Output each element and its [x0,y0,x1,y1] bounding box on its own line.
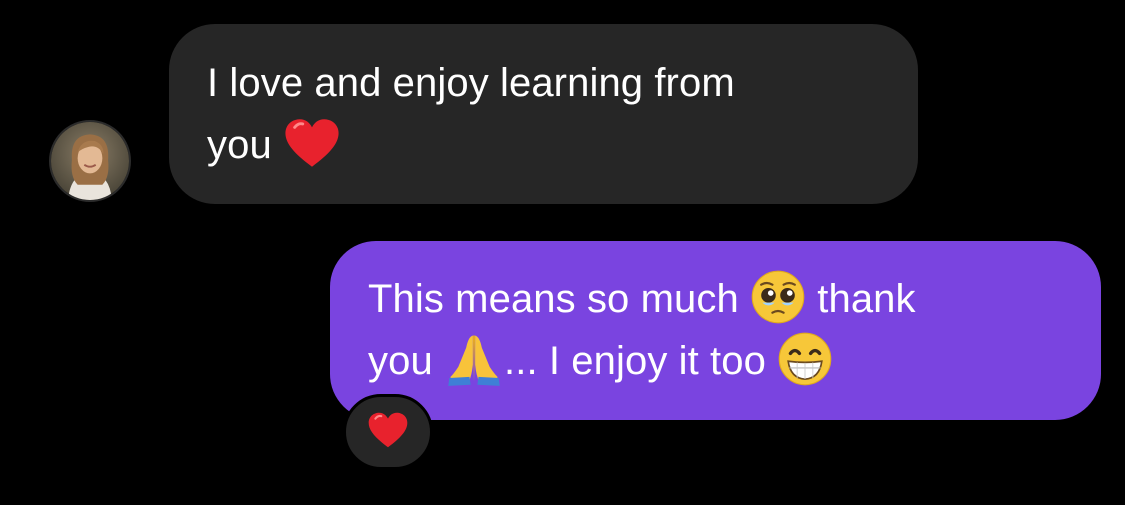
folded-hands-emoji [444,331,504,387]
message-text-line: you [207,114,880,176]
message-text: you [368,339,433,383]
avatar[interactable] [49,120,131,202]
pleading-face-emoji [750,269,806,325]
outgoing-message-bubble[interactable]: This means so much thank you ... I enjoy… [330,241,1101,420]
message-text: you [207,123,272,167]
message-text: This means so much [368,277,739,321]
message-text-line: I love and enjoy learning from [207,61,735,105]
profile-photo [51,122,129,200]
message-text-line: you ... I enjoy it too [368,330,1063,392]
red-heart-emoji [367,411,409,454]
message-text: ... I enjoy it too [504,339,766,383]
message-text: thank [817,277,916,321]
grinning-face-emoji [777,331,833,387]
message-text-line: This means so much thank [368,268,1063,330]
red-heart-emoji [283,117,341,169]
reaction-badge[interactable] [343,394,433,470]
incoming-message-bubble[interactable]: I love and enjoy learning from you [169,24,918,204]
